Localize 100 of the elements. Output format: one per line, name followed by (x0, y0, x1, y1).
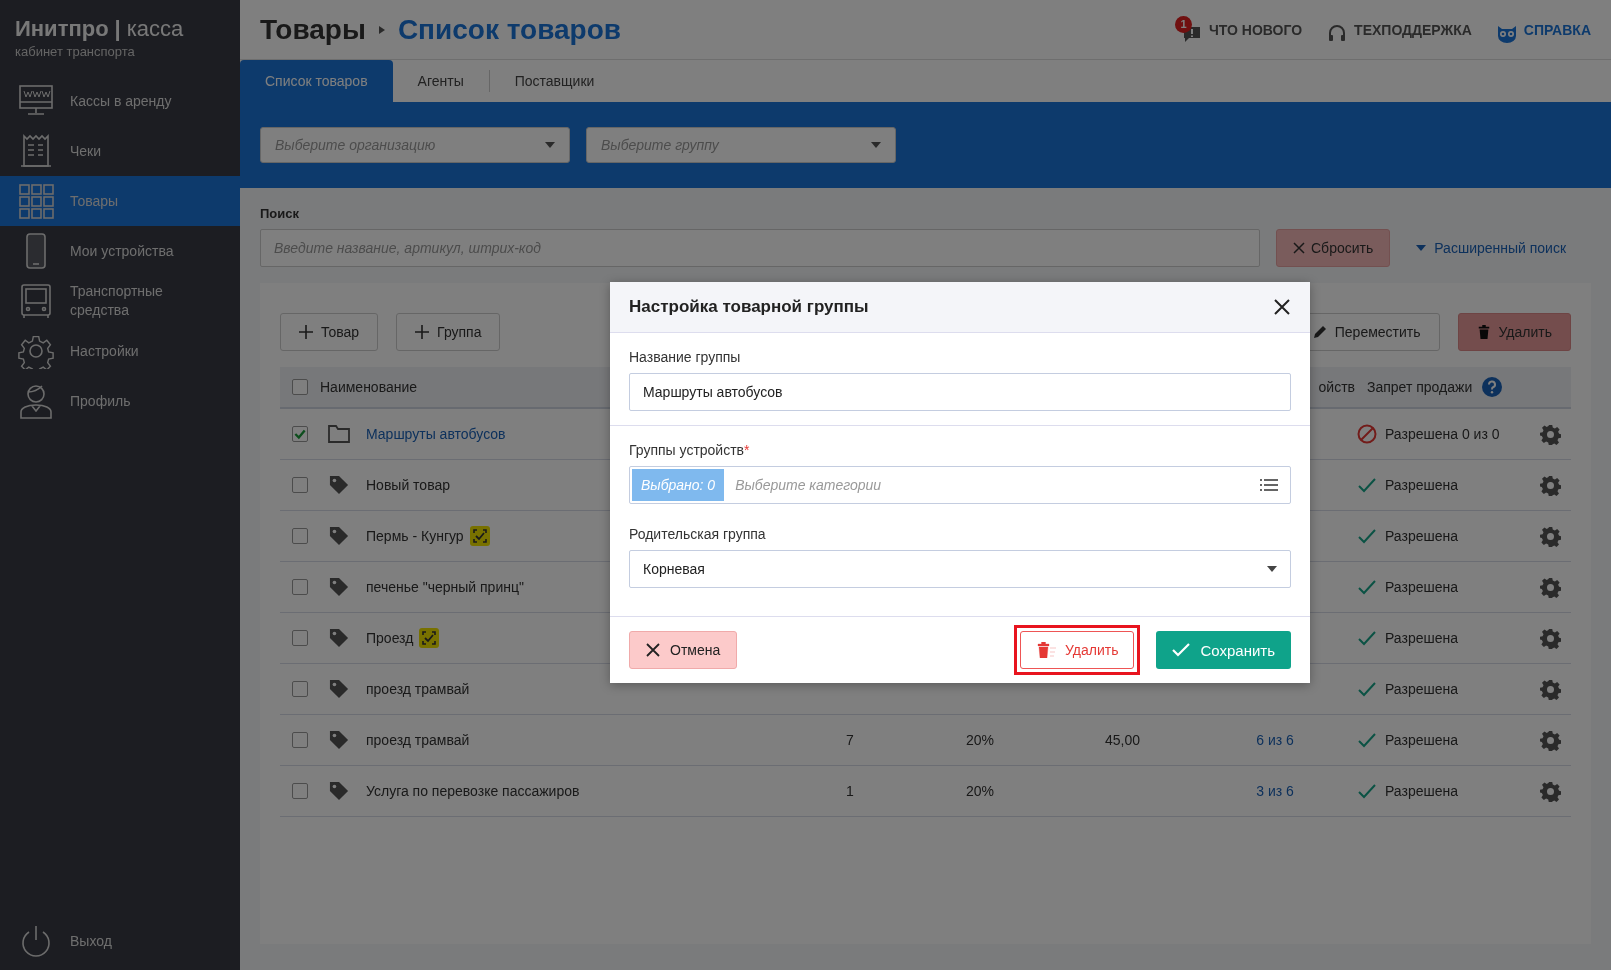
search-label: Поиск (260, 206, 300, 221)
close-icon[interactable] (1274, 299, 1290, 315)
device-groups-field[interactable]: Выбрано: 0 Выберите категории (629, 466, 1291, 504)
quantity-cell: 1 (846, 783, 854, 799)
row-checkbox[interactable] (292, 681, 308, 697)
price-cell: 45,00 (1104, 732, 1140, 748)
settings-icon[interactable] (1539, 423, 1561, 445)
devices-link[interactable]: 6 из 6 (1256, 732, 1294, 748)
notification-badge: 1 (1174, 15, 1192, 33)
page-title: Список товаров (397, 13, 621, 46)
trash-icon (1037, 642, 1057, 658)
row-checkbox[interactable] (292, 579, 308, 595)
close-icon (1293, 242, 1305, 254)
vat-cell: 20% (966, 732, 994, 748)
column-header: Запрет продажи (1367, 379, 1473, 395)
list-icon[interactable] (1260, 479, 1278, 491)
sale-status: Разрешена (1385, 732, 1459, 748)
caret-icon (1416, 245, 1427, 251)
settings-icon[interactable] (1539, 474, 1561, 496)
selected-count-chip: Выбрано: 0 (632, 469, 725, 501)
tab[interactable]: Список товаров (240, 60, 393, 102)
breadcrumb-arrow-icon (377, 24, 386, 35)
grid-icon (18, 183, 54, 219)
tag-icon (328, 628, 350, 648)
field-label: Группы устройств (629, 442, 745, 458)
header-link[interactable]: 1 ЧТО НОВОГО (1174, 15, 1303, 44)
table-row[interactable]: проезд трамвай 7 20% 45,00 6 из 6 Разрешена (280, 715, 1571, 766)
field-label: Родительская группа (629, 526, 767, 542)
field-label: Название группы (629, 349, 742, 365)
settings-icon[interactable] (1539, 525, 1561, 547)
sidebar-item[interactable]: Настройки (0, 326, 240, 376)
add-button[interactable]: Группа (396, 313, 501, 351)
parent-group-select[interactable]: Корневая (629, 550, 1291, 588)
plus-icon (299, 325, 313, 339)
sidebar-item[interactable]: Чеки (0, 126, 240, 176)
brand-separator: | (114, 16, 121, 41)
sidebar-item[interactable]: Товары (0, 176, 240, 226)
table-row[interactable]: Услуга по перевозке пассажиров 1 20% 3 из 6 Разрешена (280, 766, 1571, 817)
brand-subtitle: кабинет транспорта (15, 44, 136, 59)
tag-icon (328, 730, 350, 750)
tag-icon (328, 679, 350, 699)
breadcrumb-section[interactable]: Товары (260, 13, 366, 46)
product-name: Проезд (366, 630, 414, 646)
check-icon (1172, 643, 1191, 657)
row-checkbox[interactable] (292, 732, 308, 748)
select-all-checkbox[interactable] (292, 379, 308, 395)
row-checkbox[interactable] (292, 783, 308, 799)
row-checkbox[interactable] (292, 477, 308, 493)
header-link[interactable]: ТЕХПОДДЕРЖКА (1320, 15, 1472, 44)
required-mark: * (744, 442, 750, 458)
devices-link[interactable]: 3 из 6 (1256, 783, 1294, 799)
caret-icon (871, 142, 881, 148)
column-header: ойств (1318, 379, 1355, 395)
sale-status: Разрешена (1385, 681, 1459, 697)
tag-icon (328, 526, 350, 546)
sidebar-item[interactable]: Мои устройства (0, 226, 240, 276)
product-name[interactable]: Маршруты автобусов (366, 426, 506, 442)
bus-icon (18, 283, 54, 319)
product-name: проезд трамвай (366, 732, 470, 748)
save-button[interactable]: Сохранить (1156, 631, 1291, 669)
group-name-field[interactable]: Маршруты автобусов (629, 373, 1291, 411)
caret-icon (545, 142, 555, 148)
row-checkbox[interactable] (292, 630, 308, 646)
vat-cell: 20% (966, 783, 994, 799)
sale-status: Разрешена (1385, 630, 1459, 646)
sale-status: Разрешена (1385, 579, 1459, 595)
sidebar-item[interactable]: Кассы в аренду (0, 76, 240, 126)
add-button[interactable]: Товар (280, 313, 379, 351)
caret-icon (1267, 566, 1277, 572)
logout-item[interactable]: Выход (0, 916, 240, 966)
settings-icon[interactable] (1539, 678, 1561, 700)
sale-status: Разрешена (1385, 783, 1459, 799)
sidebar-item[interactable]: Профиль (0, 376, 240, 426)
product-name: проезд трамвай (366, 681, 470, 697)
tag-icon (328, 577, 350, 597)
gear-icon (18, 333, 54, 369)
cancel-button[interactable]: Отмена (629, 631, 738, 669)
delete-button[interactable]: Удалить (1457, 313, 1571, 351)
row-checkbox[interactable] (292, 528, 308, 544)
close-icon (646, 643, 660, 657)
header-link[interactable]: СПРАВКА (1489, 15, 1591, 44)
settings-icon[interactable] (1539, 729, 1561, 751)
advanced-search-link[interactable]: Расширенный поиск (1416, 240, 1567, 256)
delete-button[interactable]: Удалить (1020, 631, 1135, 669)
reset-button[interactable]: Сбросить (1276, 229, 1391, 267)
brand-name: Инитпро (15, 16, 109, 41)
settings-icon[interactable] (1539, 576, 1561, 598)
sale-status: Разрешена 0 из 0 (1385, 426, 1500, 442)
row-checkbox[interactable] (292, 426, 308, 442)
receipt-icon (18, 133, 54, 169)
folder-icon (328, 424, 350, 444)
settings-icon[interactable] (1539, 627, 1561, 649)
tag-icon (328, 781, 350, 801)
help-icon[interactable] (1482, 377, 1503, 397)
trash-icon (1476, 325, 1491, 339)
plus-icon (415, 325, 430, 339)
dialog-title: Настройка товарной группы (629, 297, 869, 317)
sidebar-item[interactable]: Транспортные средства (0, 276, 240, 326)
settings-icon[interactable] (1539, 780, 1561, 802)
quantity-cell: 7 (846, 732, 854, 748)
